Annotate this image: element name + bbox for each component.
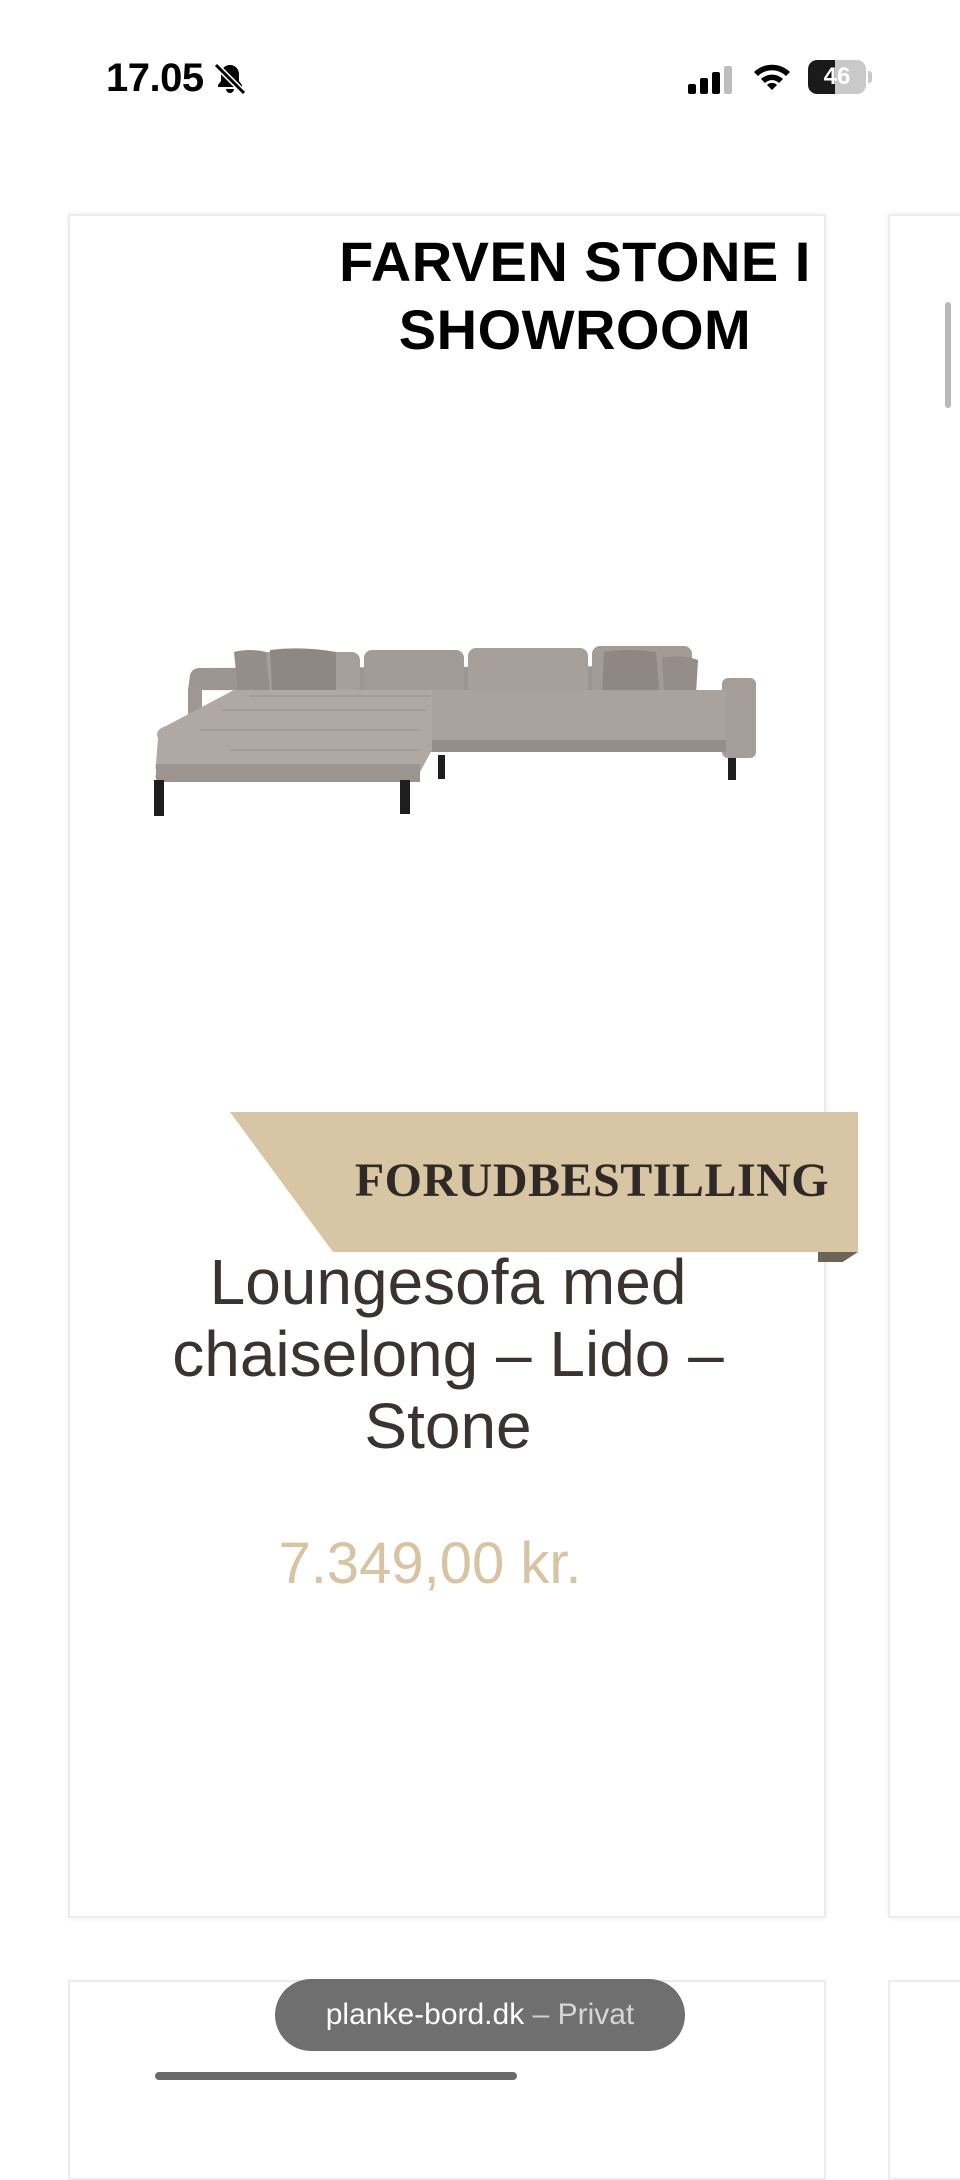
battery-icon: 46: [808, 60, 872, 94]
product-title[interactable]: Loungesofa med chaiselong – Lido – Stone: [130, 1246, 766, 1462]
scroll-indicator: [945, 302, 951, 408]
wifi-icon: [754, 64, 790, 90]
address-separator: –: [524, 1998, 558, 2031]
battery-level: 46: [823, 63, 851, 90]
signal-icon: [688, 66, 732, 94]
next-product-card[interactable]: [888, 214, 960, 1918]
bell-slash-icon: [213, 62, 247, 96]
product-image[interactable]: [130, 630, 770, 860]
product-card[interactable]: [68, 214, 826, 1918]
status-time: 17.05: [106, 56, 204, 100]
address-domain: planke-bord.dk: [325, 1998, 525, 2031]
private-mode-label: Privat: [557, 1998, 635, 2031]
image-caption: FARVEN STONE I SHOWROOM: [339, 230, 811, 361]
product-price: 7.349,00 kr.: [278, 1531, 582, 1596]
home-indicator[interactable]: [155, 2072, 517, 2080]
address-bar[interactable]: planke-bord.dk – Privat: [275, 1979, 685, 2051]
status-bar: 17.05 46: [0, 0, 960, 140]
product-card-row2-next[interactable]: [888, 1980, 960, 2180]
preorder-badge-label: FORUDBESTILLING: [354, 1154, 830, 1207]
